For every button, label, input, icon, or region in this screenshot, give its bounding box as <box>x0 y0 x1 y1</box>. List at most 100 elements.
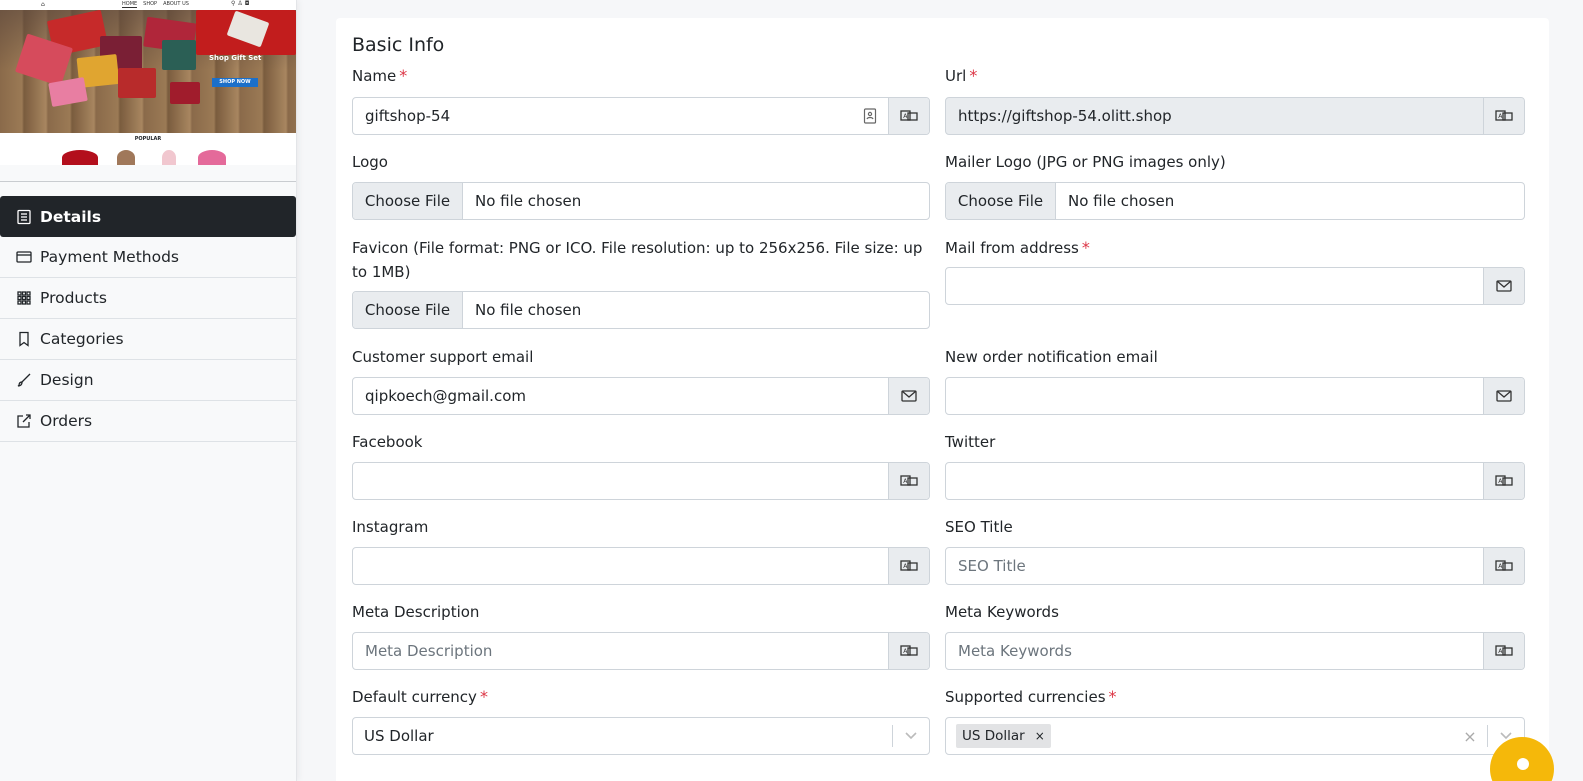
preview-hero-image: Shop Gift Set SHOP NOW <box>0 9 296 133</box>
mailer-logo-file-input[interactable]: Choose File No file chosen <box>945 182 1525 220</box>
bookmark-icon <box>15 330 33 348</box>
required-asterisk: * <box>399 66 408 85</box>
mailer-logo-label: Mailer Logo (JPG or PNG images only) <box>945 153 1226 171</box>
twitter-input[interactable] <box>946 463 1483 499</box>
selected-chips: US Dollar × <box>946 724 1453 748</box>
supported-currencies-select[interactable]: US Dollar × × <box>945 717 1525 755</box>
meta-keywords-input[interactable] <box>946 633 1483 669</box>
order-email-input[interactable] <box>946 378 1483 414</box>
sidebar-nav: Details Payment Methods Products Categor… <box>0 196 296 442</box>
name-input-group: A <box>352 97 930 135</box>
basic-info-card: Basic Info Name* A Url* A Logo Choose Fi… <box>336 18 1549 781</box>
translate-icon[interactable]: A <box>1483 463 1524 499</box>
choose-file-button[interactable]: Choose File <box>946 183 1056 219</box>
preview-nav-link: ABOUT US <box>163 1 189 7</box>
twitter-input-group: A <box>945 462 1525 500</box>
seo-title-input[interactable] <box>946 548 1483 584</box>
clear-icon[interactable]: × <box>1453 727 1487 746</box>
logo-file-input[interactable]: Choose File No file chosen <box>352 182 930 220</box>
default-currency-label: Default currency * <box>352 687 488 706</box>
file-status: No file chosen <box>1068 192 1175 210</box>
preview-product-thumb <box>62 150 98 165</box>
sidebar-item-label: Payment Methods <box>40 248 179 266</box>
grid-icon <box>15 289 33 307</box>
supported-currencies-label: Supported currencies * <box>945 687 1117 706</box>
sidebar-item-products[interactable]: Products <box>0 278 296 319</box>
translate-icon[interactable]: A <box>888 633 929 669</box>
preview-product-thumb <box>117 150 135 165</box>
url-input-group: A <box>945 97 1525 135</box>
favicon-file-input[interactable]: Choose File No file chosen <box>352 291 930 329</box>
order-email-input-group <box>945 377 1525 415</box>
translate-icon[interactable]: A <box>1483 633 1524 669</box>
meta-keywords-input-group: A <box>945 632 1525 670</box>
support-email-input-group <box>352 377 930 415</box>
preview-logo-icon: ⌂ <box>41 1 45 8</box>
preview-product-thumb <box>162 150 176 165</box>
name-input[interactable] <box>353 98 888 134</box>
contact-card-icon <box>863 108 877 128</box>
preview-product-thumb <box>198 150 226 165</box>
sidebar: ⌂ HOME SHOP ABOUT US ⚲♙◘ Shop Gift Set S… <box>0 0 297 781</box>
mail-from-input[interactable] <box>946 268 1483 304</box>
preview-nav-link: SHOP <box>143 1 158 7</box>
meta-description-input-group: A <box>352 632 930 670</box>
instagram-input[interactable] <box>353 548 888 584</box>
file-status: No file chosen <box>475 192 582 210</box>
envelope-icon <box>888 378 929 414</box>
preview-hero-tag: Shop Gift Set <box>209 54 262 62</box>
seo-title-input-group: A <box>945 547 1525 585</box>
default-currency-select[interactable]: US Dollar <box>352 717 930 755</box>
logo-label: Logo <box>352 153 388 171</box>
instagram-label: Instagram <box>352 518 429 536</box>
currency-chip: US Dollar × <box>956 724 1051 748</box>
required-asterisk: * <box>1081 238 1090 257</box>
envelope-icon <box>1483 378 1524 414</box>
required-asterisk: * <box>1108 687 1117 706</box>
order-email-label: New order notification email <box>945 348 1158 366</box>
sidebar-item-orders[interactable]: Orders <box>0 401 296 442</box>
sidebar-item-design[interactable]: Design <box>0 360 296 401</box>
meta-description-input[interactable] <box>353 633 888 669</box>
sidebar-divider <box>0 181 296 182</box>
chip-remove-icon[interactable]: × <box>1035 729 1045 743</box>
choose-file-button[interactable]: Choose File <box>353 183 463 219</box>
store-preview-thumbnail[interactable]: ⌂ HOME SHOP ABOUT US ⚲♙◘ Shop Gift Set S… <box>0 0 296 165</box>
support-email-input[interactable] <box>353 378 888 414</box>
translate-icon[interactable]: A <box>888 463 929 499</box>
sidebar-item-details[interactable]: Details <box>0 196 296 237</box>
sidebar-item-categories[interactable]: Categories <box>0 319 296 360</box>
favicon-label: Favicon (File format: PNG or ICO. File r… <box>352 239 923 281</box>
file-status: No file chosen <box>475 301 582 319</box>
preview-shop-now-button: SHOP NOW <box>212 78 258 87</box>
sidebar-item-label: Details <box>40 207 102 226</box>
translate-icon[interactable]: A <box>1483 548 1524 584</box>
facebook-label: Facebook <box>352 433 423 451</box>
preview-popular-label: POPULAR <box>134 136 162 142</box>
preview-nav-link: HOME <box>122 1 138 8</box>
sidebar-item-payment-methods[interactable]: Payment Methods <box>0 237 296 278</box>
translate-icon[interactable]: A <box>888 548 929 584</box>
envelope-icon <box>1483 268 1524 304</box>
card-title: Basic Info <box>352 34 445 56</box>
translate-icon[interactable]: A <box>888 98 929 134</box>
meta-description-label: Meta Description <box>352 603 480 621</box>
external-link-icon <box>15 412 33 430</box>
twitter-label: Twitter <box>945 433 996 451</box>
card-icon <box>15 248 33 266</box>
choose-file-button[interactable]: Choose File <box>353 292 463 328</box>
required-asterisk: * <box>479 687 488 706</box>
facebook-input[interactable] <box>353 463 888 499</box>
mail-from-input-group <box>945 267 1525 305</box>
required-asterisk: * <box>969 66 978 85</box>
support-email-label: Customer support email <box>352 348 534 366</box>
sidebar-item-label: Design <box>40 371 94 389</box>
list-icon <box>15 208 33 226</box>
preview-nav-icons: ⚲♙◘ <box>231 0 252 7</box>
facebook-input-group: A <box>352 462 930 500</box>
chevron-down-icon[interactable] <box>893 732 929 740</box>
chip-label: US Dollar <box>962 728 1025 744</box>
translate-icon[interactable]: A <box>1483 98 1524 134</box>
default-currency-value: US Dollar <box>364 727 434 745</box>
sidebar-item-label: Categories <box>40 330 124 348</box>
